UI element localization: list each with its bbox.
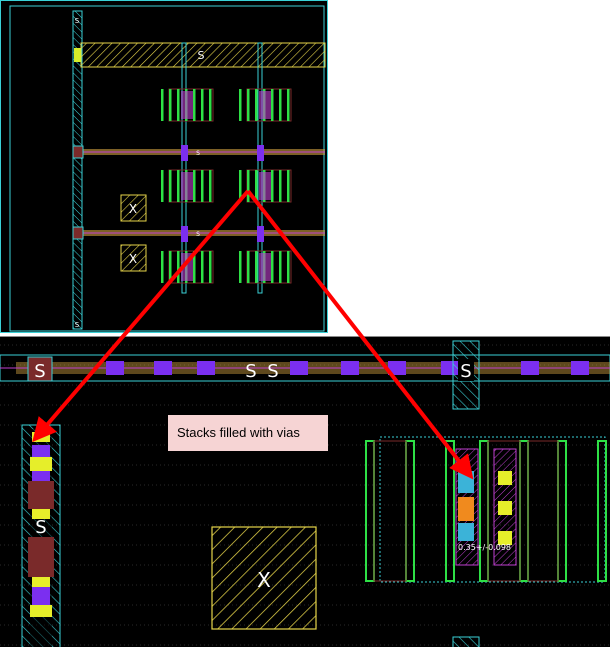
via [521,361,539,375]
rail-label-bottom: S [75,321,80,329]
transistor-array-zoom [365,436,607,583]
rail1-label: S [196,150,200,157]
blockage-x-1: X [120,194,147,222]
via-stack [257,226,264,242]
layout-overview-panel[interactable]: S S S S S X X [0,0,328,333]
callout-note: Stacks filled with vias [168,415,328,451]
finger-group [161,250,214,284]
via-stack [181,145,188,161]
blockage-label: X [129,252,137,266]
via-stack [257,145,264,161]
rail-label-top: S [75,17,80,25]
blockage-label: X [129,202,137,216]
via-stack [181,226,188,242]
finger-group [161,88,214,122]
finger-group [239,88,292,122]
top-bar-label: S [198,49,205,62]
via [154,361,172,375]
layout-zoom-panel[interactable]: S S S S S S X 0.35+/-0.098 [0,336,610,647]
stack-label: S [37,426,45,440]
via [388,361,406,375]
source-label: S [267,361,278,382]
via [290,361,308,375]
via [106,361,124,375]
finger-group [161,169,214,203]
transistor-arrays [161,88,292,284]
stack-label: S [35,517,46,538]
source-label: S [34,361,45,382]
source-label: S [460,361,471,382]
layout-overview-canvas[interactable]: S S S S S X X [1,1,328,333]
blockage-x-2: X [120,244,147,272]
blockage-x-large: X [211,526,317,630]
via [197,361,215,375]
rail2-label: S [196,231,200,238]
measure-label: 0.35+/-0.098 [458,543,511,552]
finger-group [239,250,292,284]
via [341,361,359,375]
via [571,361,589,375]
source-label: S [245,361,256,382]
rail-contact-top [74,48,81,62]
finger-group [239,169,292,203]
blockage-label: X [257,568,271,592]
layout-zoom-canvas[interactable]: S S S S S S X 0.35+/-0.098 [0,337,610,647]
